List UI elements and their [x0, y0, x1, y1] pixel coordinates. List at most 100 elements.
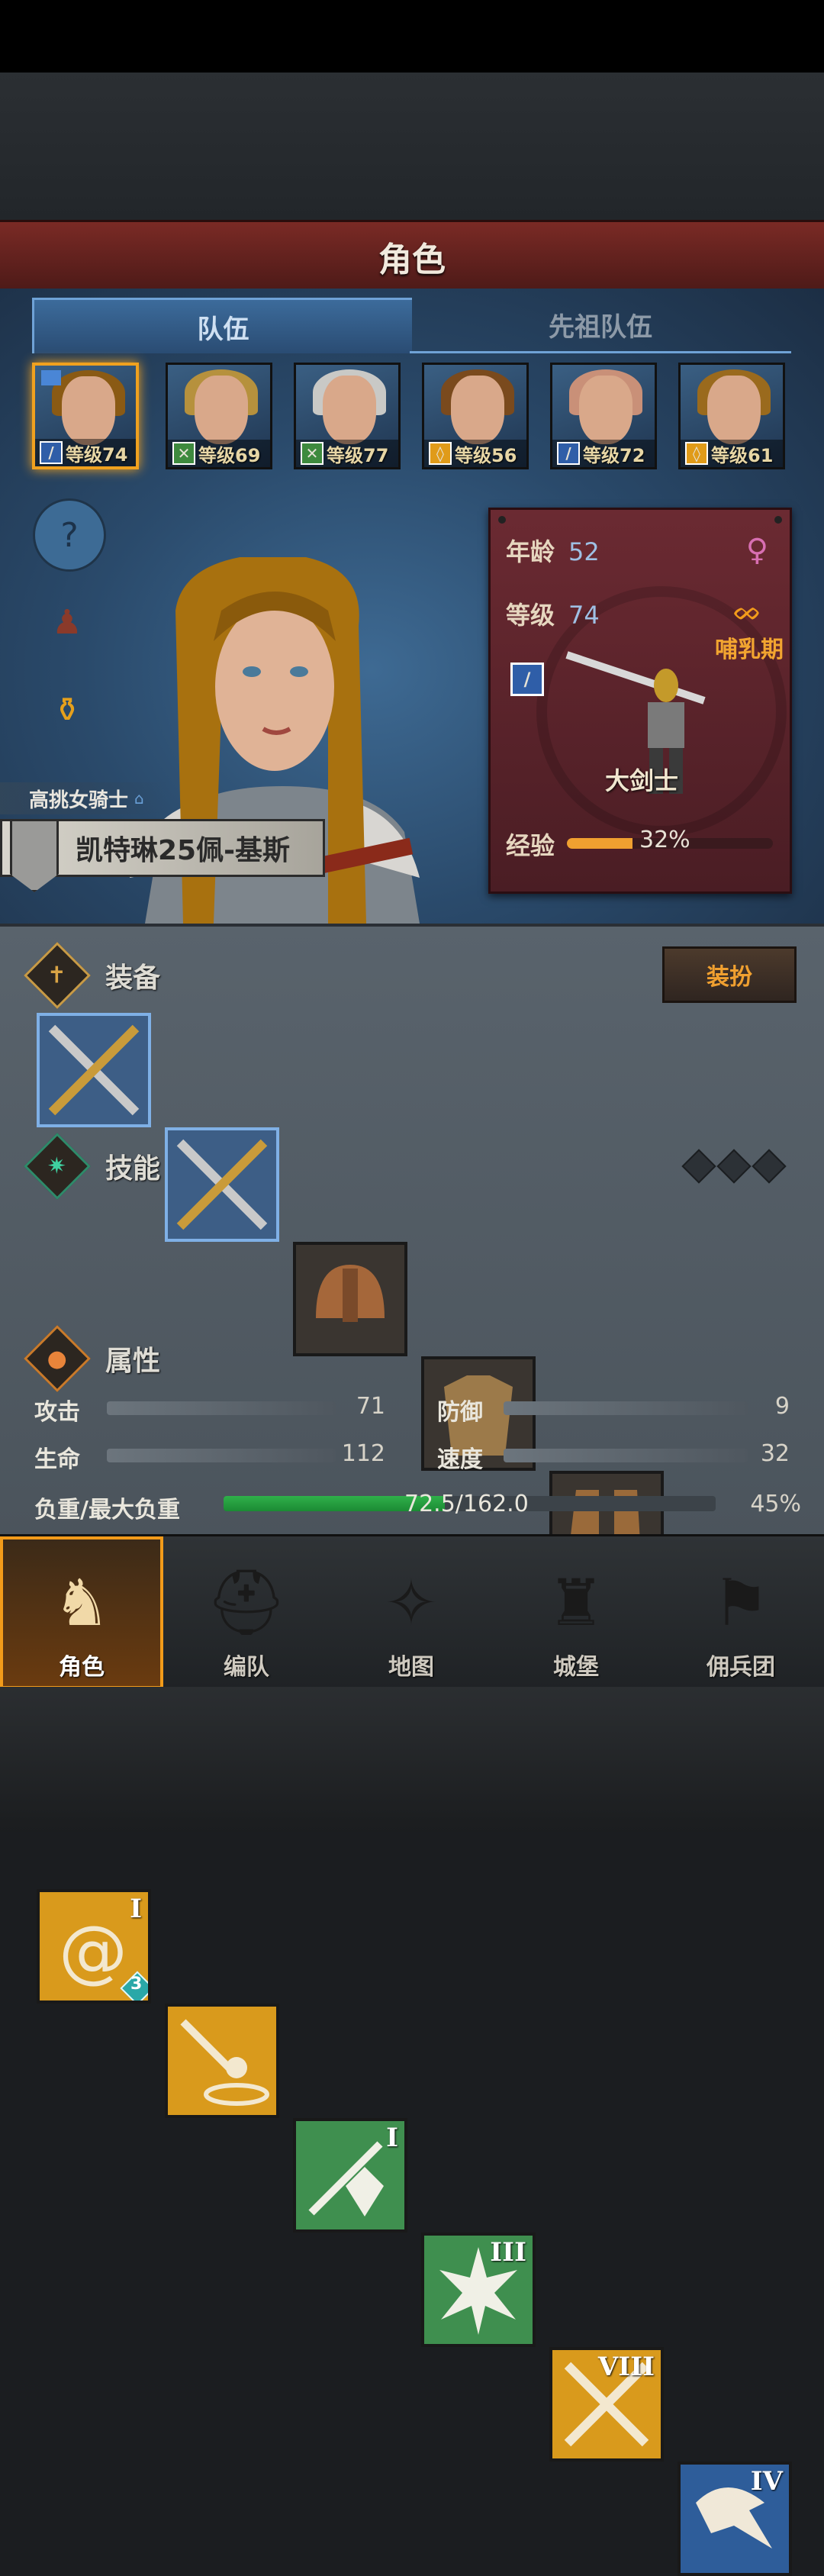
exp-label: 经验 [506, 831, 555, 860]
portrait-face [62, 376, 115, 445]
portrait-face [195, 376, 248, 444]
exp-percent: 32% [639, 827, 690, 853]
shield-icon: ◊ [685, 442, 708, 465]
skill-rank: IV [750, 2466, 783, 2497]
load-value: 72.5/162.0 [404, 1491, 529, 1517]
star-icon: ✷ [24, 1133, 91, 1200]
banner-icon: ⚑ [712, 1565, 770, 1640]
helmet-icon: ⛑ [205, 1565, 288, 1639]
bottom-backdrop [0, 1687, 824, 1832]
attack-label: 攻击 [34, 1399, 80, 1426]
skill-badge-count: 3 [130, 1975, 143, 1994]
tab-ancestor-party[interactable]: 先祖队伍 [410, 298, 791, 353]
level-value: 74 [568, 601, 600, 630]
roster-portrait-4[interactable]: ◊ 等级56 [422, 363, 529, 469]
portrait-face [707, 376, 761, 444]
help-button[interactable]: ? [33, 498, 106, 572]
greatsword-icon [48, 1024, 140, 1116]
status-bar [0, 0, 824, 73]
skill-slot-5[interactable]: VIII [549, 2347, 664, 2462]
potion-button[interactable]: ⚱ [33, 675, 101, 744]
nav-character[interactable]: ♞ 角色 [0, 1536, 163, 1689]
defense-label: 防御 [437, 1399, 483, 1426]
flag-icon [41, 370, 61, 385]
skill-rank: VIII [597, 2352, 655, 2382]
nav-map[interactable]: ✧ 地图 [330, 1536, 493, 1689]
attributes-header: ● 属性 [0, 1325, 824, 1392]
skill-slot-6[interactable]: IV [678, 2462, 792, 2576]
defense-value: 9 [774, 1393, 790, 1420]
dress-up-label: 装扮 [707, 964, 752, 991]
portrait-face [451, 376, 504, 444]
attack-bar [107, 1401, 336, 1415]
heraldry-shield-icon [10, 819, 59, 892]
skill-slot-3[interactable]: I [293, 2118, 407, 2233]
sword-icon: / [557, 442, 580, 465]
nav-mercenaries[interactable]: ⚑ 佣兵团 [659, 1536, 822, 1689]
roster-portrait-2[interactable]: ✕ 等级69 [166, 363, 272, 469]
class-name: 大剑士 [605, 766, 679, 795]
knight-icon: ♞ [53, 1565, 111, 1640]
roster-portrait-5[interactable]: / 等级72 [550, 363, 657, 469]
sword-shield-icon [180, 2019, 269, 2106]
dress-up-button[interactable]: 装扮 [662, 946, 797, 1003]
cloak-button[interactable]: ♟ [33, 588, 101, 656]
skill-rank: I [386, 2123, 398, 2153]
nav-castle[interactable]: ♜ 城堡 [494, 1536, 658, 1689]
title-bar: 角色 [0, 220, 824, 293]
nav-label: 城堡 [553, 1654, 599, 1681]
portrait-face [579, 376, 632, 444]
hero-name-bar: 凯特琳25佩-基斯 [0, 819, 325, 892]
hp-label: 生命 [34, 1446, 80, 1473]
sword-icon: / [40, 441, 63, 464]
pin-icon [774, 516, 782, 524]
tab-party[interactable]: 队伍 [32, 298, 412, 353]
compass-icon: ✧ [384, 1565, 439, 1640]
skill-slot-4[interactable]: III [421, 2233, 536, 2347]
top-backdrop [0, 73, 824, 221]
hp-value: 112 [341, 1440, 385, 1467]
bow-icon: ✕ [172, 442, 195, 465]
page-title: 角色 [378, 240, 446, 279]
bottom-nav: ♞ 角色 ⛑ 编队 ✧ 地图 ♜ 城堡 ⚑ 佣兵团 [0, 1534, 824, 1689]
level-label: 等级 [506, 601, 555, 630]
nav-label: 角色 [59, 1654, 105, 1681]
equip-slot-weapon-1[interactable] [37, 1013, 151, 1127]
speed-label: 速度 [437, 1446, 483, 1473]
age-row: 年龄 52 [506, 533, 600, 568]
hero-nameplate: 高挑女骑士 ⌂ 凯特琳25佩-基斯 [0, 782, 328, 897]
equipment-title: 装备 [105, 962, 161, 994]
portrait-face [323, 376, 376, 444]
info-card: 年龄 52 ♀ 等级 74 ᨖ 哺乳期 / 大剑士 经验 32% [488, 508, 792, 894]
shield-icon: ◊ [429, 442, 452, 465]
castle-icon: ♜ [547, 1565, 605, 1640]
speed-value: 32 [760, 1440, 790, 1467]
potion-icon: ⚱ [53, 690, 82, 730]
skills-title: 技能 [105, 1153, 161, 1185]
diamond-icon [752, 1149, 787, 1184]
load-percent: 45% [750, 1491, 801, 1517]
roster-portrait-6[interactable]: ◊ 等级61 [678, 363, 785, 469]
pin-icon [498, 516, 506, 524]
house-icon: ⌂ [134, 789, 144, 808]
nav-formation[interactable]: ⛑ 编队 [165, 1536, 328, 1689]
diamond-icon [716, 1149, 752, 1184]
attributes-title: 属性 [105, 1346, 161, 1377]
nav-label: 编队 [224, 1654, 269, 1681]
bow-icon: ✕ [301, 442, 323, 465]
age-label: 年龄 [506, 537, 555, 566]
hp-bar [107, 1449, 336, 1462]
age-value: 52 [568, 537, 600, 566]
load-label: 负重/最大负重 [34, 1497, 180, 1523]
skill-rank: III [490, 2237, 526, 2268]
diamond-icon [681, 1149, 716, 1184]
question-icon: ? [60, 515, 79, 555]
roster-portrait-3[interactable]: ✕ 等级77 [294, 363, 401, 469]
roster-portrait-1[interactable]: / 等级74 [32, 363, 139, 469]
cloak-icon: ♟ [52, 602, 82, 642]
skill-slot-2[interactable] [165, 2004, 279, 2118]
skill-points-indicator [681, 1149, 787, 1184]
skill-slot-1[interactable]: @ I 3 [37, 1889, 151, 2004]
attack-value: 71 [356, 1393, 385, 1420]
female-icon: ♀ [745, 533, 768, 568]
